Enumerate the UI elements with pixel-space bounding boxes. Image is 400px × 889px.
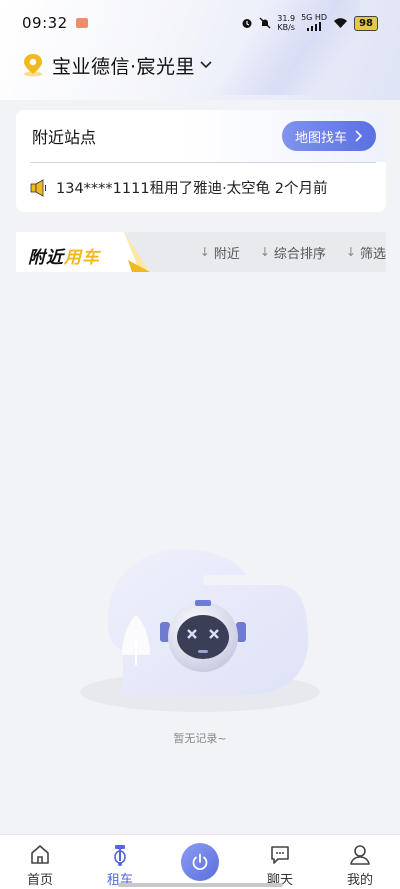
location-pin-icon bbox=[24, 54, 42, 77]
filter-screen-label: 筛选 bbox=[359, 246, 386, 262]
sort-arrow-icon: ↓ bbox=[199, 245, 210, 259]
status-indicators: 31.9 KB/s 5G HD 98 bbox=[241, 13, 378, 33]
home-indicator[interactable] bbox=[118, 883, 283, 887]
title-part-1: 附近 bbox=[28, 248, 64, 268]
nearby-vehicles-header: 附近用车 ↓ 附近 ↓ 综合排序 ↓ 筛选 bbox=[16, 232, 386, 272]
wifi-icon bbox=[334, 18, 348, 28]
bottom-nav: 首页 租车 聊天 我的 bbox=[0, 834, 400, 889]
map-find-car-button[interactable]: 地图找车 bbox=[282, 121, 376, 151]
filter-nearby[interactable]: ↓ 附近 bbox=[200, 243, 240, 262]
nav-rent[interactable]: 租车 bbox=[80, 835, 160, 889]
sort-arrow-icon: ↓ bbox=[259, 245, 270, 259]
signal-icon bbox=[307, 22, 322, 31]
map-button-label: 地图找车 bbox=[294, 130, 347, 146]
title-part-2: 用车 bbox=[64, 248, 100, 268]
card-title: 附近站点 bbox=[32, 128, 97, 147]
scooter-icon bbox=[114, 845, 126, 866]
alarm-icon bbox=[242, 19, 252, 28]
card-header: 附近站点 地图找车 bbox=[16, 110, 386, 162]
filter-bar: ↓ 附近 ↓ 综合排序 ↓ 筛选 bbox=[200, 232, 386, 272]
power-icon bbox=[192, 853, 208, 871]
net-speed-value: 31.9 bbox=[277, 14, 296, 23]
mute-bell-icon bbox=[259, 17, 271, 29]
net-speed-unit: KB/s bbox=[277, 23, 295, 32]
network-label: 5G HD bbox=[301, 13, 328, 22]
nav-me[interactable]: 我的 bbox=[320, 835, 400, 889]
nav-home-label: 首页 bbox=[26, 873, 53, 888]
empty-robot-illustration bbox=[80, 549, 320, 712]
location-title: 宝业德信·宸光里 bbox=[52, 55, 196, 78]
battery-level: 98 bbox=[354, 15, 378, 31]
power-button[interactable] bbox=[181, 843, 219, 881]
status-bar: 09:32 31.9 KB/s 5G HD 98 bbox=[0, 0, 400, 46]
chevron-right-icon bbox=[355, 130, 363, 142]
rental-ticker[interactable]: 134****1111租用了雅迪·太空龟 2个月前 bbox=[16, 163, 386, 212]
speaker-icon bbox=[30, 178, 46, 197]
nav-home[interactable]: 首页 bbox=[0, 835, 80, 889]
empty-state-message: 暂无记录~ bbox=[173, 732, 227, 745]
sort-arrow-icon: ↓ bbox=[345, 245, 356, 259]
status-time: 09:32 bbox=[22, 14, 68, 32]
net-speed: 31.9 KB/s bbox=[277, 14, 295, 32]
network-type: 5G HD bbox=[301, 13, 327, 33]
location-selector[interactable]: 宝业德信·宸光里 bbox=[22, 52, 213, 78]
nav-center bbox=[160, 835, 240, 889]
filter-screen[interactable]: ↓ 筛选 bbox=[346, 243, 386, 262]
nearby-vehicles-title: 附近用车 bbox=[16, 232, 150, 272]
home-icon bbox=[31, 845, 49, 864]
chevron-down-icon bbox=[200, 61, 212, 69]
ticker-text: 134****1111租用了雅迪·太空龟 2个月前 bbox=[56, 181, 328, 197]
nav-chat[interactable]: 聊天 bbox=[240, 835, 320, 889]
nearby-stations-card: 附近站点 地图找车 134****1111租用了雅迪·太空龟 2个月前 bbox=[16, 110, 386, 212]
chat-icon bbox=[271, 846, 289, 864]
user-icon bbox=[350, 845, 370, 865]
filter-sort[interactable]: ↓ 综合排序 bbox=[260, 243, 326, 262]
filter-nearby-label: 附近 bbox=[213, 246, 240, 262]
filter-sort-label: 综合排序 bbox=[273, 246, 326, 262]
nearby-vehicles-label: 附近用车 bbox=[28, 243, 100, 268]
nav-me-label: 我的 bbox=[346, 873, 373, 888]
notification-app-icon bbox=[75, 18, 88, 28]
